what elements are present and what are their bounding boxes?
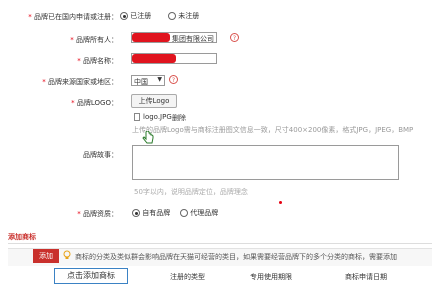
qualification-label: * 品牌资质： <box>77 210 118 218</box>
trademark-notice: 商标的分类及类似群会影响品牌在天猫可经营的类目，如果需要经营品牌下的多个分类的商… <box>75 253 397 261</box>
radio-registered-yes[interactable]: 已注册 <box>120 11 151 21</box>
file-icon <box>134 113 140 121</box>
registered-label: * 品牌已在国内申请或注册： <box>28 13 118 21</box>
brand-name-label: * 品牌名称： <box>77 57 118 65</box>
dropdown-arrow-icon: ▼ <box>157 76 162 83</box>
section-divider <box>8 243 432 244</box>
add-trademark-tooltip: 点击添加商标 <box>54 268 128 284</box>
lightbulb-icon <box>63 250 71 259</box>
radio-agent-brand[interactable]: 代理品牌 <box>180 208 218 218</box>
origin-label: * 品牌来源国家或地区： <box>42 78 118 86</box>
origin-selected: 中国 <box>134 78 148 86</box>
add-trademark-button[interactable]: 添加 <box>33 249 59 263</box>
logo-hint: 上传的品牌Logo需与商标注册图文信息一致，尺寸400×200像素，格式JPG，… <box>132 126 414 134</box>
column-header-date: 商标申请日期 <box>345 273 387 281</box>
radio-registered-no[interactable]: 未注册 <box>168 11 199 21</box>
column-header-term: 专用使用期限 <box>250 273 292 281</box>
column-header-type: 注册的类型 <box>170 273 205 281</box>
owner-label: * 品牌所有人： <box>70 36 118 44</box>
redaction-mark <box>132 54 176 63</box>
delete-logo-link[interactable]: 删除 <box>172 113 186 123</box>
logo-label: * 品牌LOGO： <box>71 99 118 107</box>
section-title: 添加商标 <box>8 233 36 241</box>
upload-logo-button[interactable]: 上传Logo <box>131 94 177 108</box>
redaction-mark <box>132 33 170 42</box>
red-dot <box>279 201 282 204</box>
help-icon[interactable]: ? <box>169 75 178 84</box>
cursor-hand-icon <box>142 131 154 144</box>
origin-select[interactable]: 中国 ▼ <box>131 75 165 86</box>
help-icon[interactable]: ? <box>230 33 239 42</box>
logo-file-name: logo.JPG <box>143 113 172 121</box>
owner-input[interactable]: 集团有限公司 <box>131 32 217 43</box>
radio-own-brand[interactable]: 自有品牌 <box>132 208 170 218</box>
story-hint: 50字以内，说明品牌定位，品牌理念 <box>134 188 248 196</box>
brand-name-input[interactable] <box>131 53 217 64</box>
story-textarea[interactable] <box>132 145 399 180</box>
owner-value: 集团有限公司 <box>172 35 214 43</box>
story-label: 品牌故事： <box>83 151 118 159</box>
